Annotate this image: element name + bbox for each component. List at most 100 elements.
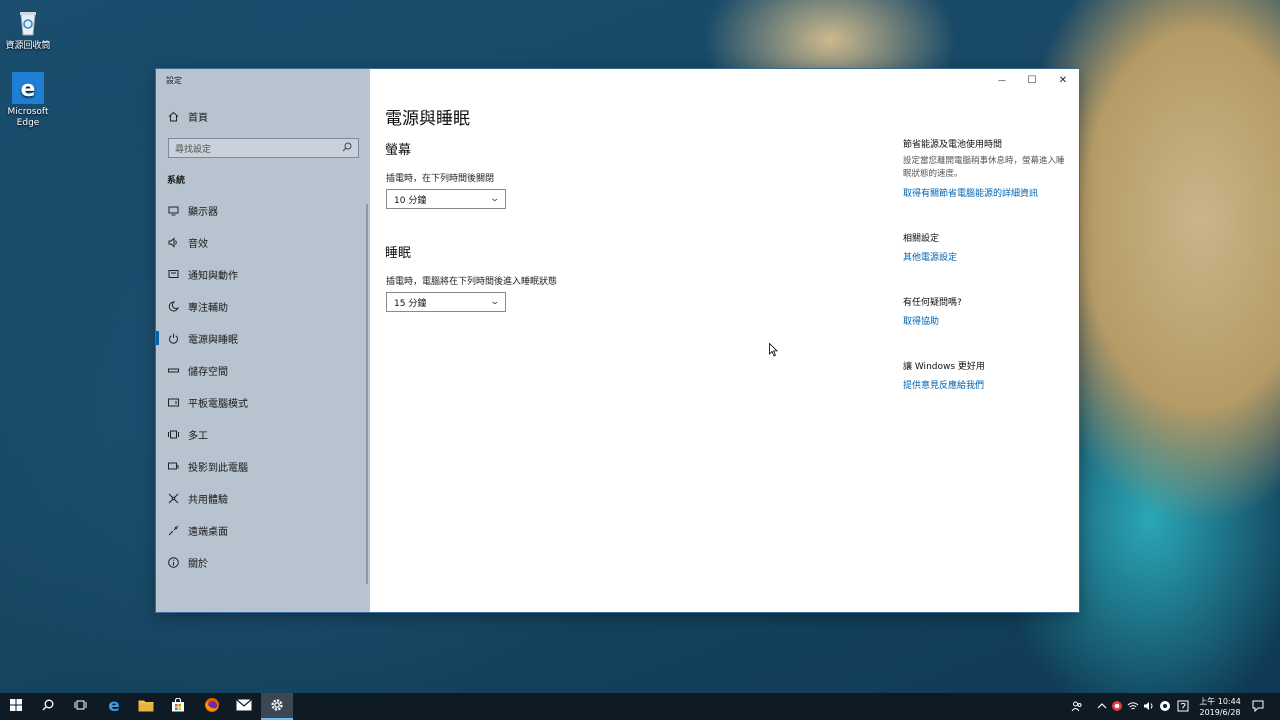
taskbar-settings-button[interactable] xyxy=(261,693,293,720)
chevron-down-icon: ⌄ xyxy=(489,194,501,204)
desktop-icon-edge[interactable]: e Microsoft Edge xyxy=(0,72,56,129)
sidebar-item-label: 電源與睡眠 xyxy=(188,334,238,346)
volume-icon[interactable] xyxy=(1143,700,1155,712)
screen-timeout-label: 插電時，在下列時間後關閉 xyxy=(386,174,495,184)
task-view-icon xyxy=(74,699,87,714)
desktop-icon-recycle-bin[interactable]: 資源回收筒 xyxy=(0,6,56,52)
mouse-cursor xyxy=(769,343,778,357)
multitasking-icon xyxy=(167,428,179,440)
sidebar-item-power-sleep[interactable]: 電源與睡眠 xyxy=(156,326,370,350)
desktop-icon-label: Microsoft Edge xyxy=(7,107,49,128)
main-content: 電源與睡眠 螢幕 插電時，在下列時間後關閉 10 分鐘 ⌄ 睡眠 插電時，電腦將… xyxy=(370,69,1079,612)
sleep-heading: 睡眠 xyxy=(385,246,412,261)
firefox-icon xyxy=(204,697,220,716)
notifications-icon xyxy=(167,268,179,280)
taskbar-file-explorer-button[interactable] xyxy=(130,693,162,720)
taskbar-mail-button[interactable] xyxy=(228,693,260,720)
sleep-timeout-dropdown[interactable]: 15 分鐘 ⌄ xyxy=(386,292,506,312)
sidebar-item-label: 平板電腦模式 xyxy=(188,398,248,410)
power-icon xyxy=(167,332,179,344)
sidebar-item-label: 儲存空間 xyxy=(188,366,228,378)
sidebar-item-label: 遠端桌面 xyxy=(188,526,228,538)
sidebar: 設定 首頁 尋找設定 系統 顯示器 音效 通知與動作 專注輔助 電源與睡眠 儲存… xyxy=(156,69,370,612)
section-label: 系統 xyxy=(167,176,186,186)
sidebar-item-shared-experiences[interactable]: 共用體驗 xyxy=(156,486,370,510)
battery-info-link[interactable]: 取得有關節省電腦能源的詳細資訊 xyxy=(903,186,1038,199)
app-tray-icon[interactable] xyxy=(1111,700,1123,712)
svg-text:e: e xyxy=(108,697,120,713)
windows-logo-icon xyxy=(10,699,22,714)
display-icon xyxy=(167,204,179,216)
settings-window: 設定 首頁 尋找設定 系統 顯示器 音效 通知與動作 專注輔助 電源與睡眠 儲存… xyxy=(156,69,1079,612)
search-button[interactable] xyxy=(32,693,64,720)
taskbar-firefox-button[interactable] xyxy=(196,693,228,720)
desktop-icon-label: 資源回收筒 xyxy=(5,41,51,51)
search-placeholder: 尋找設定 xyxy=(175,144,212,155)
sidebar-item-focus-assist[interactable]: 專注輔助 xyxy=(156,294,370,318)
sound-icon xyxy=(167,236,179,248)
sidebar-item-about[interactable]: 關於 xyxy=(156,550,370,574)
related-settings-heading: 相關設定 xyxy=(903,234,940,244)
clock-date: 2019/6/28 xyxy=(1199,708,1241,717)
vpn-tray-icon[interactable] xyxy=(1159,700,1171,712)
sidebar-item-display[interactable]: 顯示器 xyxy=(156,198,370,222)
svg-text:e: e xyxy=(21,77,36,102)
sidebar-item-home[interactable]: 首頁 xyxy=(156,104,370,128)
shared-experiences-icon xyxy=(167,492,179,504)
taskbar-clock[interactable]: 上午 10:44 2019/6/28 xyxy=(1192,696,1248,718)
sidebar-item-multitasking[interactable]: 多工 xyxy=(156,422,370,446)
input-method-icon[interactable] xyxy=(1177,700,1189,712)
additional-power-settings-link[interactable]: 其他電源設定 xyxy=(903,250,957,263)
edge-icon: e xyxy=(106,696,122,716)
clock-time: 上午 10:44 xyxy=(1199,697,1241,706)
screen-heading: 螢幕 xyxy=(385,143,412,158)
search-icon xyxy=(342,142,352,155)
screen-timeout-dropdown[interactable]: 10 分鐘 ⌄ xyxy=(386,189,506,209)
chevron-down-icon: ⌄ xyxy=(489,297,501,307)
taskbar: e 上午 10:44 2019/6/28 xyxy=(0,693,1280,720)
taskbar-store-button[interactable] xyxy=(162,693,194,720)
battery-heading: 節省能源及電池使用時間 xyxy=(903,140,1003,150)
window-title: 設定 xyxy=(166,76,182,85)
edge-icon: e xyxy=(12,72,44,104)
get-help-link[interactable]: 取得協助 xyxy=(903,314,939,327)
projecting-icon xyxy=(167,460,179,472)
about-icon xyxy=(167,556,179,568)
start-button[interactable] xyxy=(0,693,32,720)
sidebar-item-projecting[interactable]: 投影到此電腦 xyxy=(156,454,370,478)
home-icon xyxy=(167,110,179,122)
sidebar-item-notifications[interactable]: 通知與動作 xyxy=(156,262,370,286)
sidebar-item-remote-desktop[interactable]: 遠端桌面 xyxy=(156,518,370,542)
mail-icon xyxy=(236,699,252,714)
search-icon xyxy=(42,699,54,714)
focus-assist-icon xyxy=(167,300,179,312)
sidebar-item-label: 多工 xyxy=(188,430,208,442)
sidebar-item-label: 音效 xyxy=(188,238,208,250)
sidebar-item-label: 關於 xyxy=(188,558,208,570)
question-heading: 有任何疑問嗎? xyxy=(903,298,962,308)
give-feedback-link[interactable]: 提供意見反應給我們 xyxy=(903,378,984,391)
people-icon[interactable] xyxy=(1071,700,1083,712)
sleep-timeout-label: 插電時，電腦將在下列時間後進入睡眠狀態 xyxy=(386,277,558,287)
page-title: 電源與睡眠 xyxy=(385,109,470,129)
store-icon xyxy=(171,697,185,715)
chevron-up-icon[interactable] xyxy=(1096,700,1108,712)
gear-icon xyxy=(270,698,284,715)
search-input[interactable]: 尋找設定 xyxy=(168,138,359,158)
sleep-timeout-value: 15 分鐘 xyxy=(394,298,427,309)
network-icon[interactable] xyxy=(1127,700,1139,712)
sidebar-item-label: 通知與動作 xyxy=(188,270,238,282)
folder-icon xyxy=(138,699,154,715)
sidebar-item-storage[interactable]: 儲存空間 xyxy=(156,358,370,382)
sidebar-scrollbar[interactable] xyxy=(366,204,368,584)
feedback-heading: 讓 Windows 更好用 xyxy=(903,362,985,372)
sidebar-item-sound[interactable]: 音效 xyxy=(156,230,370,254)
action-center-icon[interactable] xyxy=(1252,700,1264,712)
sidebar-item-tablet-mode[interactable]: 平板電腦模式 xyxy=(156,390,370,414)
taskbar-edge-button[interactable]: e xyxy=(98,693,130,720)
sidebar-item-label: 專注輔助 xyxy=(188,302,228,314)
sidebar-item-label: 首頁 xyxy=(188,112,208,124)
screen-timeout-value: 10 分鐘 xyxy=(394,195,427,206)
tablet-mode-icon xyxy=(167,396,179,408)
task-view-button[interactable] xyxy=(64,693,96,720)
